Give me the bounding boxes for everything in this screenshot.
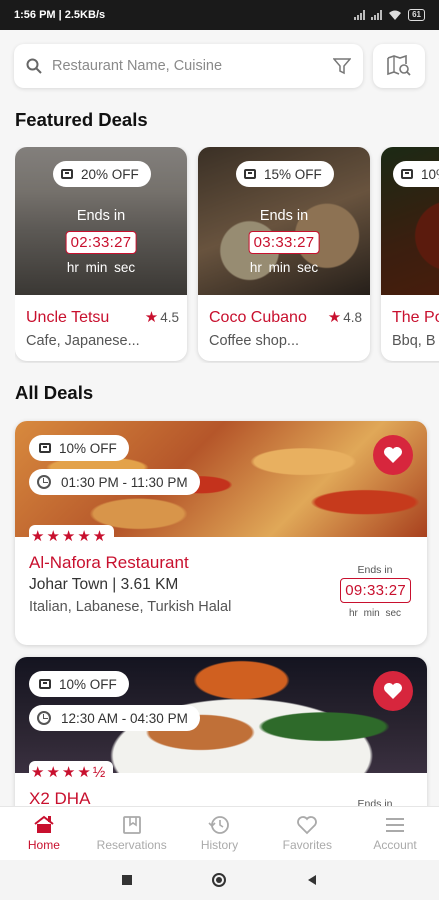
featured-deals-title: Featured Deals [15, 109, 148, 130]
all-deals-title: All Deals [15, 382, 94, 403]
nav-favorites-label: Favorites [282, 838, 332, 852]
restaurant-name: Coco Cubano [209, 309, 307, 326]
nav-reservations[interactable]: Reservations [88, 807, 176, 860]
rating: ★ 4.5 [144, 309, 179, 326]
signal-2-icon [371, 10, 383, 20]
countdown-units: hr min sec [249, 260, 319, 275]
filter-icon[interactable] [333, 57, 351, 75]
cuisine-text: Bbq, B [392, 333, 436, 349]
restaurant-name: The Po [392, 309, 439, 326]
map-search-icon [387, 55, 411, 76]
tag-icon [61, 169, 73, 179]
nav-account[interactable]: Account [351, 807, 439, 860]
status-time: 1:56 PM | 2.5KB/s [14, 9, 106, 21]
cuisine-text: Italian, Labanese, Turkish Halal [29, 599, 232, 615]
nav-reservations-label: Reservations [96, 838, 167, 852]
status-bar: 1:56 PM | 2.5KB/s 61 [0, 0, 439, 30]
discount-badge: 10% OFF [29, 435, 129, 461]
restaurant-name: Al-Nafora Restaurant [29, 553, 189, 572]
star-icon: ★ [327, 309, 342, 326]
nav-home[interactable]: Home [0, 807, 88, 860]
ends-in-label: Ends in [259, 208, 309, 224]
discount-badge: 15% OFF [236, 161, 334, 187]
bottom-navigation: Home Reservations History Favorites Acco… [0, 806, 439, 860]
countdown-timer: 03:33:27 [248, 231, 320, 254]
countdown-timer: 09:33:27 [340, 578, 411, 603]
hours-badge: 01:30 PM - 11:30 PM [29, 469, 200, 495]
deal-card[interactable]: 10% OFF 01:30 PM - 11:30 PM ★★★★★ Al-Naf… [15, 421, 427, 645]
nav-history[interactable]: History [176, 807, 264, 860]
nav-favorites[interactable]: Favorites [263, 807, 351, 860]
star-rating: ★★★★½ [29, 761, 114, 781]
hours-badge: 12:30 AM - 04:30 PM [29, 705, 200, 731]
restaurant-name: Uncle Tetsu [26, 309, 110, 326]
clock-icon [37, 475, 51, 489]
star-icon: ★ [144, 309, 159, 326]
heart-icon [384, 447, 402, 463]
home-icon [34, 815, 54, 833]
search-input[interactable]: Restaurant Name, Cuisine [52, 58, 333, 74]
map-button[interactable] [373, 44, 425, 88]
history-icon [208, 816, 230, 834]
recents-button[interactable] [121, 875, 132, 885]
clock-icon [37, 711, 51, 725]
system-home-button[interactable] [211, 873, 226, 887]
status-icons: 61 [354, 9, 425, 21]
featured-carousel[interactable]: 20% OFF Ends in 02:33:27 hr min sec Uncl… [15, 147, 439, 363]
favorite-button[interactable] [373, 671, 413, 711]
location-distance: Johar Town | 3.61 KM [29, 576, 179, 593]
countdown-timer: 02:33:27 [65, 231, 137, 254]
discount-badge: 20% OFF [53, 161, 151, 187]
deal-card[interactable]: 10% OFF 12:30 AM - 04:30 PM ★★★★½ X2 DHA… [15, 657, 427, 827]
ends-in-label: Ends in [357, 564, 393, 576]
nav-home-label: Home [27, 838, 60, 852]
menu-icon [386, 818, 405, 832]
ends-in-label: Ends in [76, 208, 126, 224]
star-rating: ★★★★★ [29, 525, 115, 545]
featured-card[interactable]: 15% OFF Ends in 03:33:27 hr min sec Coco… [198, 147, 370, 361]
search-bar[interactable]: Restaurant Name, Cuisine [14, 44, 363, 88]
featured-card[interactable]: 10% The Po Bbq, B [381, 147, 439, 361]
tag-icon [401, 169, 413, 179]
countdown-units: hr min sec [66, 260, 136, 275]
back-button[interactable] [306, 874, 318, 886]
cuisine-text: Cafe, Japanese... [26, 333, 140, 349]
favorite-icon [297, 816, 318, 835]
tag-icon [39, 679, 51, 689]
signal-icon [354, 10, 366, 20]
wifi-icon [389, 10, 402, 20]
search-icon [26, 58, 42, 74]
rating: ★ 4.8 [327, 309, 362, 326]
battery-indicator: 61 [408, 9, 425, 21]
tag-icon [39, 443, 51, 453]
cuisine-text: Coffee shop... [209, 333, 300, 349]
discount-badge: 10% [393, 161, 439, 187]
discount-badge: 10% OFF [29, 671, 129, 697]
heart-icon [384, 683, 402, 699]
nav-history-label: History [200, 838, 239, 852]
countdown-units: hr min sec [348, 608, 402, 619]
system-home-dot [215, 877, 222, 883]
nav-account-label: Account [373, 838, 417, 852]
tag-icon [244, 169, 256, 179]
favorite-button[interactable] [373, 435, 413, 475]
system-navigation-bar [0, 860, 439, 900]
bookmark-icon [122, 816, 141, 834]
featured-card[interactable]: 20% OFF Ends in 02:33:27 hr min sec Uncl… [15, 147, 187, 361]
